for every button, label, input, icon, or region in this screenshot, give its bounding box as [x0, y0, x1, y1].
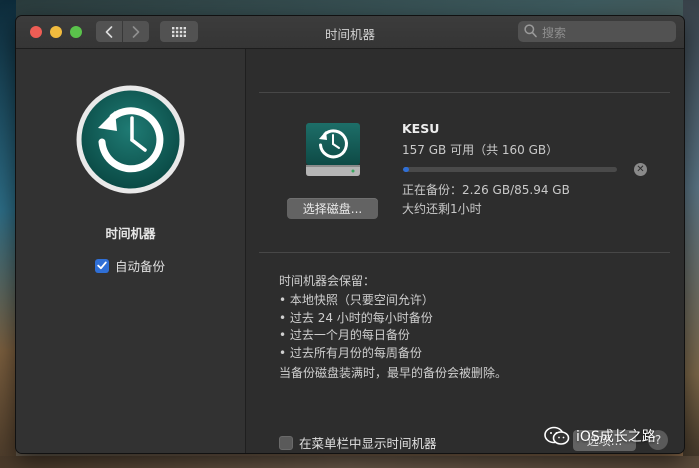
preferences-window: 时间机器 时间机器 — [16, 16, 684, 453]
divider — [259, 92, 670, 93]
keeps-note: 当备份磁盘装满时，最早的备份会被删除。 — [279, 366, 508, 380]
backup-progress-fill — [403, 167, 409, 172]
list-item: • 过去一个月的每日备份 — [279, 328, 410, 342]
checkmark-icon — [97, 261, 107, 270]
title-bar: 时间机器 — [16, 16, 684, 49]
list-item: • 本地快照（只要空间允许） — [279, 293, 434, 307]
backup-status: 正在备份：2.26 GB/85.94 GB — [402, 183, 570, 197]
show-in-menubar-option[interactable]: 在菜单栏中显示时间机器 — [279, 433, 437, 452]
list-item: • 过去所有月份的每周备份 — [279, 345, 422, 360]
divider — [259, 252, 670, 253]
time-machine-icon — [76, 85, 185, 194]
watermark: iOS成长之路 — [544, 426, 656, 446]
sidebar: 时间机器 自动备份 — [16, 49, 246, 453]
show-in-menubar-label: 在菜单栏中显示时间机器 — [299, 436, 437, 451]
backup-progress-bar — [403, 167, 617, 172]
app-name-label: 时间机器 — [105, 226, 156, 241]
disk-capacity: 157 GB 可用（共 160 GB） — [402, 143, 559, 157]
auto-backup-label: 自动备份 — [115, 259, 166, 274]
keeps-title: 时间机器会保留： — [279, 274, 376, 288]
list-item: • 过去 24 小时的每小时备份 — [279, 310, 433, 325]
search-field[interactable] — [518, 21, 676, 42]
stop-backup-button[interactable]: ✕ — [634, 163, 647, 176]
main-panel: 选择磁盘... KESU 157 GB 可用（共 160 GB） ✕ 正在备份：… — [246, 49, 684, 453]
time-remaining: 大约还剩1小时 — [402, 202, 482, 216]
desktop-wallpaper-bottom — [0, 456, 699, 468]
wechat-icon — [544, 426, 570, 445]
select-disk-button[interactable]: 选择磁盘... — [287, 198, 378, 219]
watermark-text: iOS成长之路 — [576, 429, 656, 445]
backup-disk-icon — [306, 123, 360, 176]
show-in-menubar-checkbox[interactable] — [279, 435, 293, 450]
disk-name: KESU — [402, 121, 440, 136]
keeps-list: • 本地快照（只要空间允许） • 过去 24 小时的每小时备份 • 过去一个月的… — [279, 292, 434, 362]
search-icon — [524, 24, 537, 38]
desktop-wallpaper-left — [0, 0, 16, 468]
search-input[interactable] — [540, 23, 669, 42]
auto-backup-checkbox[interactable] — [95, 258, 109, 273]
auto-backup-option[interactable]: 自动备份 — [95, 256, 165, 275]
desktop-wallpaper-right — [683, 0, 699, 468]
close-icon: ✕ — [636, 164, 645, 175]
